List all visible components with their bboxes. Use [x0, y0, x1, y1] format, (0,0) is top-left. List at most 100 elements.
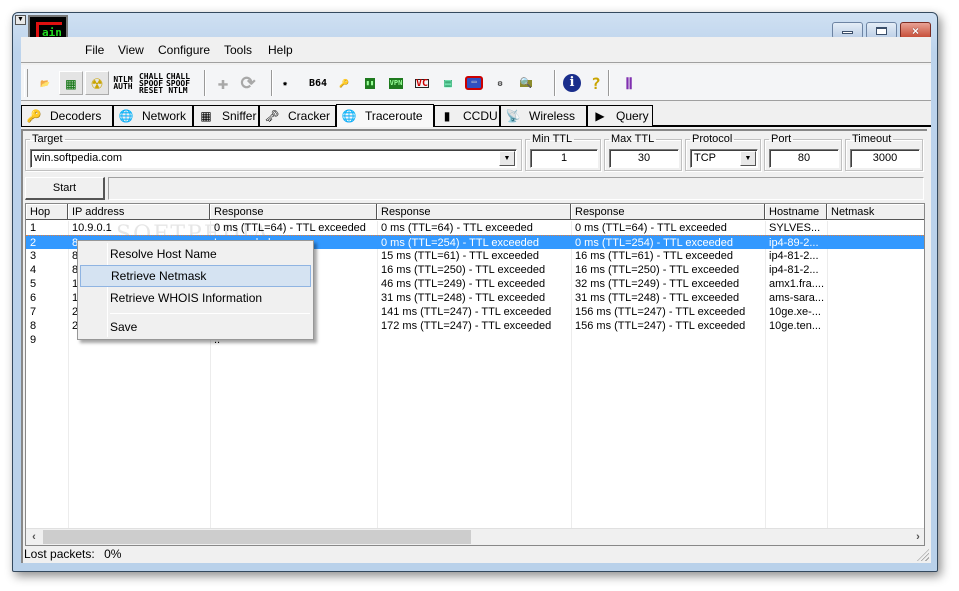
- cell-ip: 10.9.0.1: [72, 222, 112, 234]
- cell-hop: 6: [30, 292, 37, 304]
- cell-r2: 172 ms (TTL=247) - TTL exceeded: [381, 320, 552, 332]
- system-menu-icon[interactable]: ▼: [15, 15, 26, 25]
- cell-mask: [827, 291, 924, 305]
- open-button[interactable]: 📂: [33, 71, 57, 95]
- context-menu: Resolve Host Name Retrieve Netmask Retri…: [77, 240, 314, 340]
- password-button[interactable]: 🔍: [514, 71, 538, 95]
- ntlm-auth-button[interactable]: NTLM AUTH: [111, 71, 135, 95]
- close-icon: ×: [911, 23, 919, 38]
- decode-button[interactable]: ✸: [273, 71, 297, 95]
- tab-network[interactable]: 🌐 Network: [113, 105, 193, 126]
- column-header-ip-address[interactable]: IP address: [68, 204, 210, 220]
- tab-label: Traceroute: [365, 109, 423, 123]
- table-row[interactable]: 1 10.9.0.1 0 ms (TTL=64) - TTL exceeded 0 m…: [26, 221, 924, 235]
- tab-ccdu[interactable]: ▮ CCDU: [434, 105, 500, 126]
- sniffer-start-button[interactable]: ▦: [59, 71, 83, 95]
- tab-decoders[interactable]: 🔑 Decoders: [21, 105, 113, 126]
- voip-icon: ▮▮: [364, 77, 376, 89]
- horizontal-scrollbar[interactable]: ‹ ›: [26, 528, 924, 545]
- base64-button[interactable]: B64: [306, 71, 330, 95]
- tab-query[interactable]: ▶ Query: [587, 105, 653, 126]
- cell-r2: 0 ms (TTL=254) - TTL exceeded: [381, 237, 540, 249]
- cell-r2: 46 ms (TTL=249) - TTL exceeded: [381, 278, 546, 290]
- target-dropdown-button[interactable]: ▼: [499, 151, 515, 166]
- cell-r2: 0 ms (TTL=64) - TTL exceeded: [381, 222, 533, 234]
- tab-label: Query: [616, 109, 649, 123]
- menu-configure[interactable]: Configure: [156, 43, 212, 57]
- key-button[interactable]: 🔑: [332, 71, 356, 95]
- network-icon: 🌐: [118, 109, 134, 123]
- min-ttl-input[interactable]: 1: [530, 149, 598, 168]
- cell-host: 10ge.xe-...: [769, 306, 821, 318]
- remove-button[interactable]: ⟳: [236, 71, 260, 95]
- minimize-icon: [842, 31, 853, 34]
- cell-host: 10ge.ten...: [769, 320, 821, 332]
- card-icon: ▤: [444, 75, 452, 90]
- cell-r3: 156 ms (TTL=247) - TTL exceeded: [575, 320, 746, 332]
- network-icon: ⚙: [497, 78, 503, 88]
- toolbar: 📂 ▦ ☢ NTLM AUTH CHALL SPOOF RESET CHALL SPOOF…: [21, 65, 931, 101]
- cell-mask: [827, 277, 924, 291]
- chall-spoof-ntlm-button[interactable]: CHALL SPOOF NTLM: [166, 71, 190, 95]
- protocol-dropdown-button[interactable]: ▼: [740, 151, 756, 166]
- cell-mask: [827, 333, 924, 347]
- cell-host: ams-sara...: [769, 292, 825, 304]
- tab-sniffer[interactable]: ▦ Sniffer: [193, 105, 259, 126]
- menu-help[interactable]: Help: [266, 43, 295, 57]
- menu-item-retrieve-whois[interactable]: Retrieve WHOIS Information: [80, 287, 311, 309]
- vnc-button[interactable]: VC: [410, 71, 434, 95]
- scroll-left-icon[interactable]: ‹: [26, 529, 42, 545]
- tab-cracker[interactable]: 🗝 Cracker: [259, 105, 336, 126]
- maximize-icon: [876, 26, 887, 35]
- menu-view[interactable]: View: [116, 43, 146, 57]
- toolbar-separator: [204, 70, 206, 96]
- start-button[interactable]: Start: [25, 177, 105, 200]
- max-ttl-label: Max TTL: [611, 133, 655, 145]
- cell-host: SYLVES...: [769, 222, 821, 234]
- max-ttl-input[interactable]: 30: [609, 149, 679, 168]
- tab-label: Network: [142, 109, 187, 123]
- vpn-button[interactable]: VPN: [384, 71, 408, 95]
- sniffer-icon: ▦: [200, 109, 212, 123]
- help-button[interactable]: ?: [584, 71, 608, 95]
- tab-wireless[interactable]: 📡 Wireless: [500, 105, 587, 126]
- timeout-input[interactable]: 3000: [850, 149, 920, 168]
- menu-item-resolve-host-name[interactable]: Resolve Host Name: [80, 243, 311, 265]
- cell-host: [765, 333, 827, 347]
- add-button[interactable]: ✚: [211, 71, 235, 95]
- column-header-hop[interactable]: Hop: [26, 204, 68, 220]
- port-input[interactable]: 80: [769, 149, 839, 168]
- column-header-response-1[interactable]: Response: [210, 204, 377, 220]
- protocol-select[interactable]: TCP ▼: [690, 149, 758, 168]
- cell-host: ip4-89-2...: [769, 237, 819, 249]
- cell-r2: 16 ms (TTL=250) - TTL exceeded: [381, 264, 546, 276]
- cell-r3: 16 ms (TTL=250) - TTL exceeded: [575, 264, 740, 276]
- column-header-response-2[interactable]: Response: [377, 204, 571, 220]
- cracker-icon: 🗝: [264, 109, 280, 123]
- card-button[interactable]: ▤: [436, 71, 460, 95]
- menu-file[interactable]: File: [83, 43, 106, 57]
- network-button[interactable]: ⚙: [488, 71, 512, 95]
- scrollbar-thumb[interactable]: [43, 530, 471, 544]
- protocol-label: Protocol: [692, 133, 733, 145]
- screen-icon: ▭: [465, 76, 483, 90]
- menu-item-save[interactable]: Save: [80, 316, 311, 338]
- menu-bar: File View Configure Tools Help: [21, 37, 931, 63]
- cell-mask: [827, 319, 924, 333]
- cell-hop: 9: [30, 334, 37, 346]
- screen-button[interactable]: ▭: [462, 71, 486, 95]
- column-header-response-3[interactable]: Response: [571, 204, 765, 220]
- target-combobox[interactable]: win.softpedia.com ▼: [30, 149, 517, 168]
- voip-button[interactable]: ▮▮: [358, 71, 382, 95]
- apr-poison-button[interactable]: ☢: [85, 71, 109, 95]
- toolbar-grip[interactable]: [24, 69, 28, 97]
- column-header-hostname[interactable]: Hostname: [765, 204, 827, 220]
- chall-spoof-reset-button[interactable]: CHALL SPOOF RESET: [139, 71, 163, 95]
- exit-button[interactable]: Ⅱ: [617, 71, 641, 95]
- column-header-netmask[interactable]: Netmask: [827, 204, 924, 220]
- tab-traceroute[interactable]: 🌐 Traceroute: [336, 104, 434, 127]
- info-button[interactable]: i: [560, 71, 584, 95]
- menu-item-retrieve-netmask[interactable]: Retrieve Netmask: [80, 265, 311, 287]
- menu-tools[interactable]: Tools: [222, 43, 254, 57]
- scroll-right-icon[interactable]: ›: [910, 529, 924, 545]
